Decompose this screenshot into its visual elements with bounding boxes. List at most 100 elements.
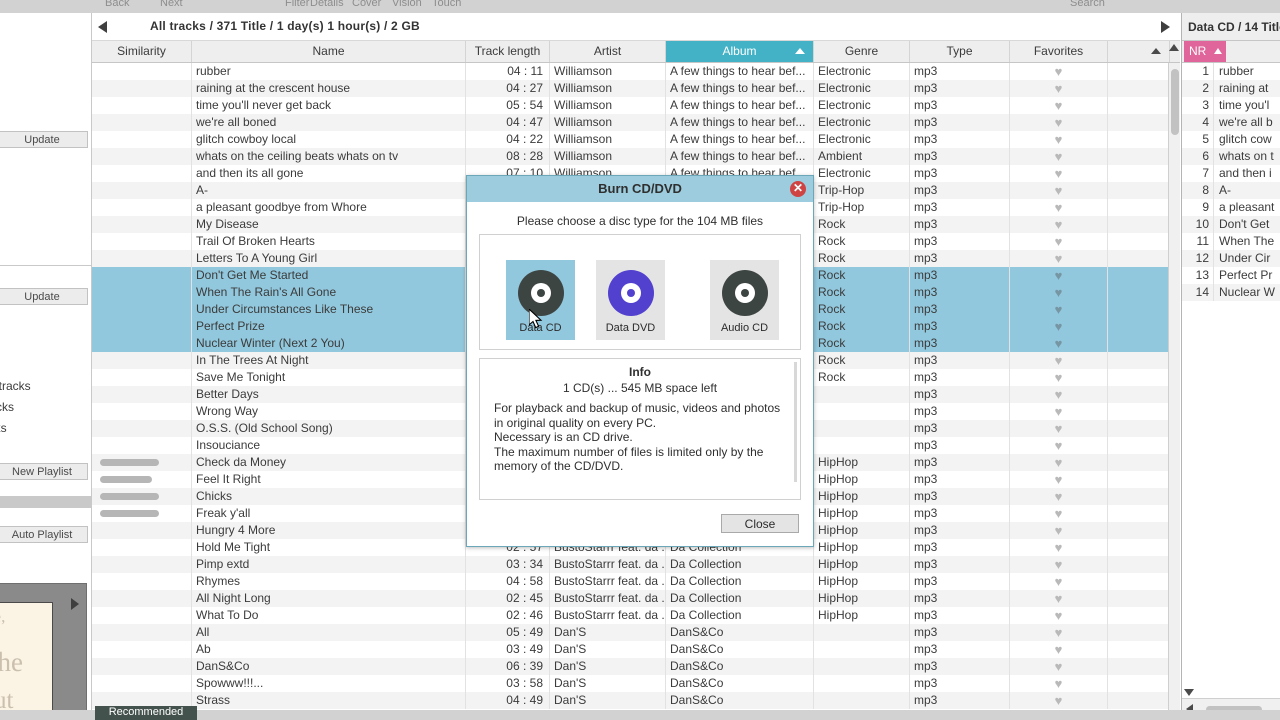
main-vertical-scrollbar[interactable]: [1168, 63, 1180, 720]
toolbar-item-vision[interactable]: Vision: [392, 0, 422, 9]
cell-favorites[interactable]: ♥: [1010, 539, 1108, 556]
cd-list-item[interactable]: 9 a pleasant: [1182, 199, 1280, 216]
cell-favorites[interactable]: ♥: [1010, 250, 1108, 267]
heart-icon[interactable]: ♥: [1055, 489, 1063, 504]
cell-favorites[interactable]: ♥: [1010, 182, 1108, 199]
table-row[interactable]: Strass 04 : 49 Dan'S DanS&Co mp3 ♥: [92, 692, 1170, 709]
cd-list-item[interactable]: 2 raining at: [1182, 80, 1280, 97]
cell-favorites[interactable]: ♥: [1010, 488, 1108, 505]
sidebar-item-tracks-4[interactable]: cks: [0, 442, 74, 456]
new-playlist-button[interactable]: New Playlist: [0, 463, 88, 480]
heart-icon[interactable]: ♥: [1055, 132, 1063, 147]
cell-favorites[interactable]: ♥: [1010, 114, 1108, 131]
cell-favorites[interactable]: ♥: [1010, 301, 1108, 318]
cd-list-item[interactable]: 6 whats on t: [1182, 148, 1280, 165]
cd-list-item[interactable]: 11 When The: [1182, 233, 1280, 250]
cell-favorites[interactable]: ♥: [1010, 437, 1108, 454]
cell-favorites[interactable]: ♥: [1010, 590, 1108, 607]
cd-list-item[interactable]: 5 glitch cow: [1182, 131, 1280, 148]
heart-icon[interactable]: ♥: [1055, 557, 1063, 572]
heart-icon[interactable]: ♥: [1055, 166, 1063, 181]
cell-favorites[interactable]: ♥: [1010, 63, 1108, 80]
table-row[interactable]: we're all boned 04 : 47 Williamson A few th…: [92, 114, 1170, 131]
sidebar-update-button-2[interactable]: Update: [0, 288, 88, 305]
cell-favorites[interactable]: ♥: [1010, 131, 1108, 148]
disc-type-data-dvd[interactable]: Data DVD: [596, 260, 665, 340]
heart-icon[interactable]: ♥: [1055, 676, 1063, 691]
cell-favorites[interactable]: ♥: [1010, 318, 1108, 335]
cd-list-item[interactable]: 14 Nuclear W: [1182, 284, 1280, 301]
toolbar-item-search[interactable]: Search: [1070, 0, 1105, 9]
heart-icon[interactable]: ♥: [1055, 285, 1063, 300]
heart-icon[interactable]: ♥: [1055, 370, 1063, 385]
heart-icon[interactable]: ♥: [1055, 98, 1063, 113]
toolbar-item-back[interactable]: Back: [105, 0, 129, 9]
cd-list-item[interactable]: 8 A-: [1182, 182, 1280, 199]
heart-icon[interactable]: ♥: [1055, 183, 1063, 198]
table-row[interactable]: Rhymes 04 : 58 BustoStarrr feat. da ... Da …: [92, 573, 1170, 590]
heart-icon[interactable]: ♥: [1055, 693, 1063, 708]
heart-icon[interactable]: ♥: [1055, 523, 1063, 538]
heart-icon[interactable]: ♥: [1055, 81, 1063, 96]
column-header-genre[interactable]: Genre: [814, 41, 910, 62]
heart-icon[interactable]: ♥: [1055, 217, 1063, 232]
column-header-similarity[interactable]: Similarity: [92, 41, 192, 62]
scroll-up-icon[interactable]: [1169, 44, 1179, 51]
cell-favorites[interactable]: ♥: [1010, 420, 1108, 437]
cell-favorites[interactable]: ♥: [1010, 522, 1108, 539]
sidebar-item-all-tracks[interactable]: All tracks: [0, 379, 74, 393]
heart-icon[interactable]: ♥: [1055, 251, 1063, 266]
heart-icon[interactable]: ♥: [1055, 387, 1063, 402]
cell-favorites[interactable]: ♥: [1010, 675, 1108, 692]
sidebar-item-tracks-3[interactable]: acks: [0, 421, 74, 435]
toolbar-item-next[interactable]: Next: [160, 0, 183, 9]
cell-favorites[interactable]: ♥: [1010, 148, 1108, 165]
table-row[interactable]: glitch cowboy local 04 : 22 Williamson A fe…: [92, 131, 1170, 148]
heart-icon[interactable]: ♥: [1055, 115, 1063, 130]
chevron-left-icon[interactable]: [98, 21, 107, 33]
cell-favorites[interactable]: ♥: [1010, 284, 1108, 301]
cell-favorites[interactable]: ♥: [1010, 386, 1108, 403]
heart-icon[interactable]: ♥: [1055, 438, 1063, 453]
cell-favorites[interactable]: ♥: [1010, 556, 1108, 573]
table-row[interactable]: raining at the crescent house 04 : 27 Will…: [92, 80, 1170, 97]
heart-icon[interactable]: ♥: [1055, 625, 1063, 640]
cell-favorites[interactable]: ♥: [1010, 641, 1108, 658]
cell-favorites[interactable]: ♥: [1010, 692, 1108, 709]
cd-list-item[interactable]: 10 Don't Get: [1182, 216, 1280, 233]
table-row[interactable]: What To Do 02 : 46 BustoStarrr feat. da ..…: [92, 607, 1170, 624]
sidebar-item-tracks-2[interactable]: tracks: [0, 400, 74, 414]
toolbar-item-filter[interactable]: Filter: [285, 0, 309, 9]
cd-list-item[interactable]: 13 Perfect Pr: [1182, 267, 1280, 284]
toolbar-item-details[interactable]: Details: [310, 0, 344, 9]
close-icon[interactable]: ✕: [790, 181, 806, 197]
table-row[interactable]: rubber 04 : 11 Williamson A few things to h…: [92, 63, 1170, 80]
cell-favorites[interactable]: ♥: [1010, 403, 1108, 420]
cell-favorites[interactable]: ♥: [1010, 335, 1108, 352]
cd-list-item[interactable]: 3 time you'l: [1182, 97, 1280, 114]
table-row[interactable]: Ab 03 : 49 Dan'S DanS&Co mp3 ♥: [92, 641, 1170, 658]
cd-list-item[interactable]: 1 rubber: [1182, 63, 1280, 80]
cd-list-item[interactable]: 12 Under Cir: [1182, 250, 1280, 267]
cell-favorites[interactable]: ♥: [1010, 658, 1108, 675]
table-row[interactable]: DanS&Co 06 : 39 Dan'S DanS&Co mp3 ♥: [92, 658, 1170, 675]
cd-scroll-down-icon[interactable]: [1184, 689, 1194, 696]
heart-icon[interactable]: ♥: [1055, 506, 1063, 521]
heart-icon[interactable]: ♥: [1055, 200, 1063, 215]
heart-icon[interactable]: ♥: [1055, 404, 1063, 419]
table-row[interactable]: whats on the ceiling beats whats on tv 08…: [92, 148, 1170, 165]
column-header-artist[interactable]: Artist: [550, 41, 666, 62]
cell-favorites[interactable]: ♥: [1010, 607, 1108, 624]
cell-favorites[interactable]: ♥: [1010, 624, 1108, 641]
sidebar-update-button-1[interactable]: Update: [0, 131, 88, 148]
cell-favorites[interactable]: ♥: [1010, 233, 1108, 250]
cell-favorites[interactable]: ♥: [1010, 80, 1108, 97]
heart-icon[interactable]: ♥: [1055, 574, 1063, 589]
heart-icon[interactable]: ♥: [1055, 319, 1063, 334]
scrollbar-thumb[interactable]: [1171, 69, 1179, 135]
heart-icon[interactable]: ♥: [1055, 353, 1063, 368]
play-arrow-icon[interactable]: [71, 598, 79, 610]
heart-icon[interactable]: ♥: [1055, 591, 1063, 606]
column-header-name[interactable]: Name: [192, 41, 466, 62]
heart-icon[interactable]: ♥: [1055, 336, 1063, 351]
